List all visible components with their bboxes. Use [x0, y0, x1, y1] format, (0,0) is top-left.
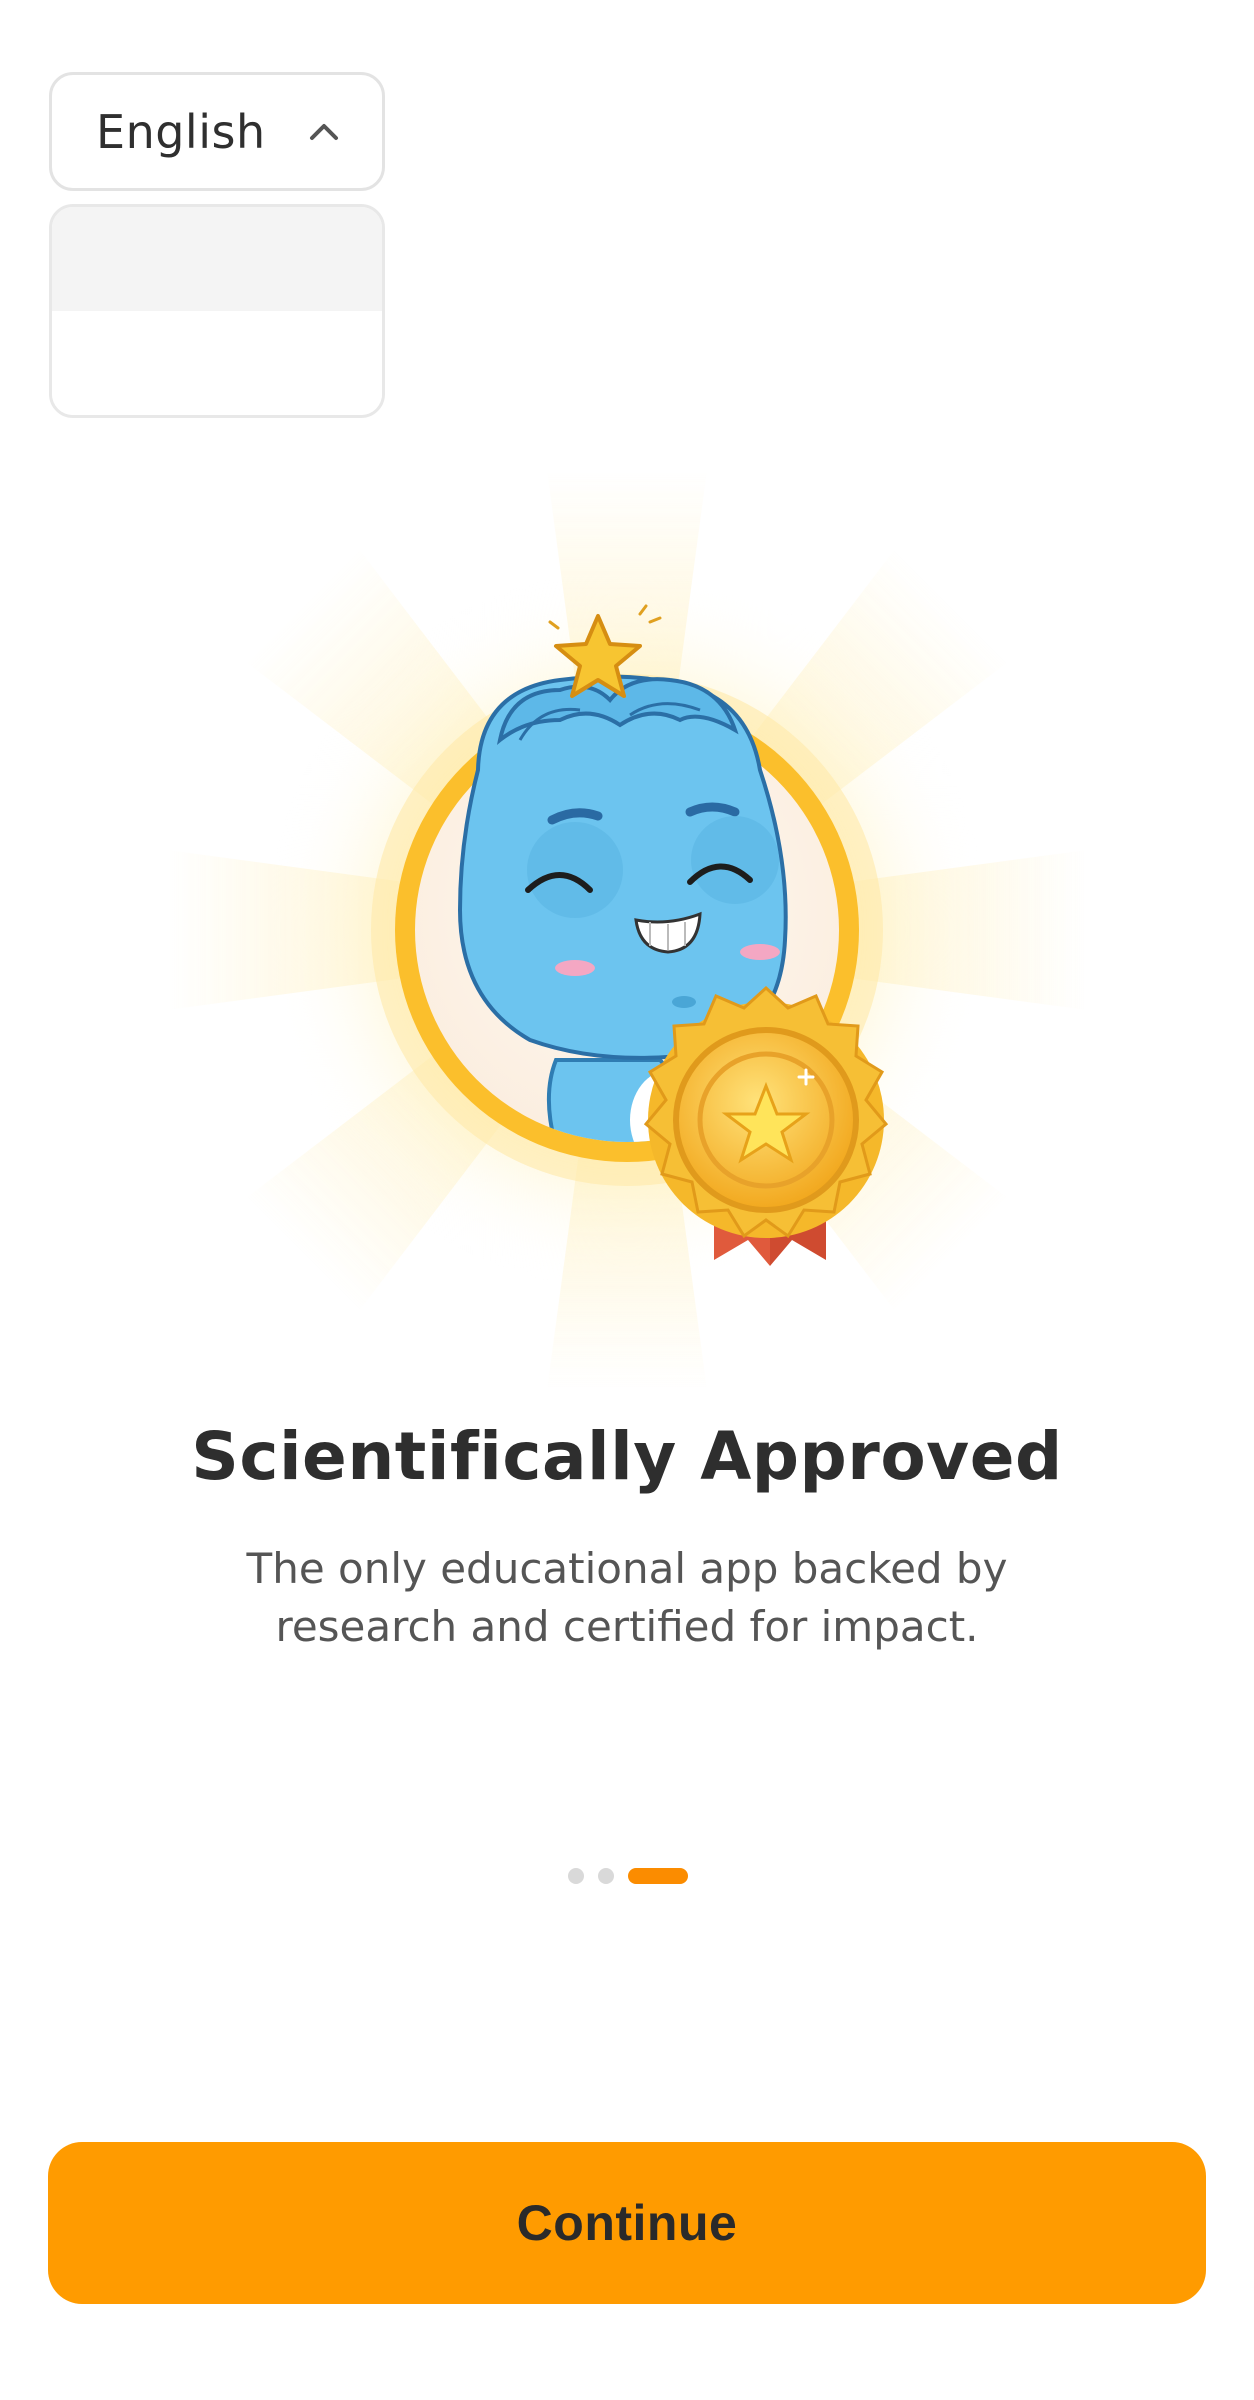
language-dropdown[interactable]: English: [49, 72, 385, 191]
page-title: Scientifically Approved: [191, 1418, 1063, 1495]
continue-button-label: Continue: [516, 2195, 738, 2251]
language-option[interactable]: [52, 311, 382, 415]
mascot: [457, 674, 788, 1060]
page-dot-active: [628, 1868, 688, 1884]
page-dot: [598, 1868, 614, 1884]
page-subtitle: The only educational app backed by resea…: [246, 1544, 1008, 1651]
language-dropdown-menu: [49, 204, 385, 418]
page-indicator: [0, 1868, 1254, 1884]
mascot-medal-illustration: [167, 470, 1087, 1390]
language-selected-label: English: [96, 104, 266, 159]
chevron-up-icon: [310, 123, 338, 140]
continue-button[interactable]: Continue: [48, 2142, 1206, 2304]
language-option[interactable]: [52, 207, 382, 311]
page-dot: [568, 1868, 584, 1884]
hero-illustration: [0, 440, 1254, 1420]
